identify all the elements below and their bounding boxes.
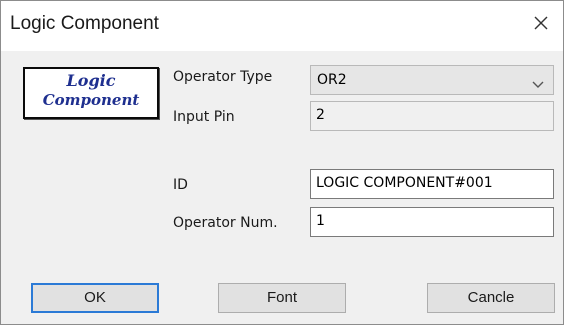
ok-button[interactable]: OK [31,283,159,313]
operator-num-field[interactable]: 1 [310,207,554,237]
dialog-title: Logic Component [10,13,159,34]
input-pin-value: 2 [316,107,325,123]
logic-component-dialog: Logic Component Logic Component Operator… [0,0,564,325]
title-bar: Logic Component [1,1,563,51]
chevron-down-icon[interactable] [531,75,545,94]
id-value: LOGIC COMPONENT#001 [316,175,493,191]
close-icon[interactable] [527,9,555,37]
id-label: ID [173,177,188,193]
input-pin-label: Input Pin [173,109,235,125]
operator-type-value: OR2 [317,72,347,88]
cancel-button[interactable]: Cancle [427,283,555,313]
input-pin-field: 2 [310,101,554,131]
logo-line-2: Component [42,91,140,109]
logo-line-1: Logic [66,71,116,90]
font-button[interactable]: Font [218,283,346,313]
operator-num-value: 1 [316,213,325,229]
operator-type-select[interactable]: OR2 [310,65,554,95]
logic-component-logo: Logic Component [23,67,159,119]
operator-type-label: Operator Type [173,69,273,85]
id-field[interactable]: LOGIC COMPONENT#001 [310,169,554,199]
operator-num-label: Operator Num. [173,215,278,231]
